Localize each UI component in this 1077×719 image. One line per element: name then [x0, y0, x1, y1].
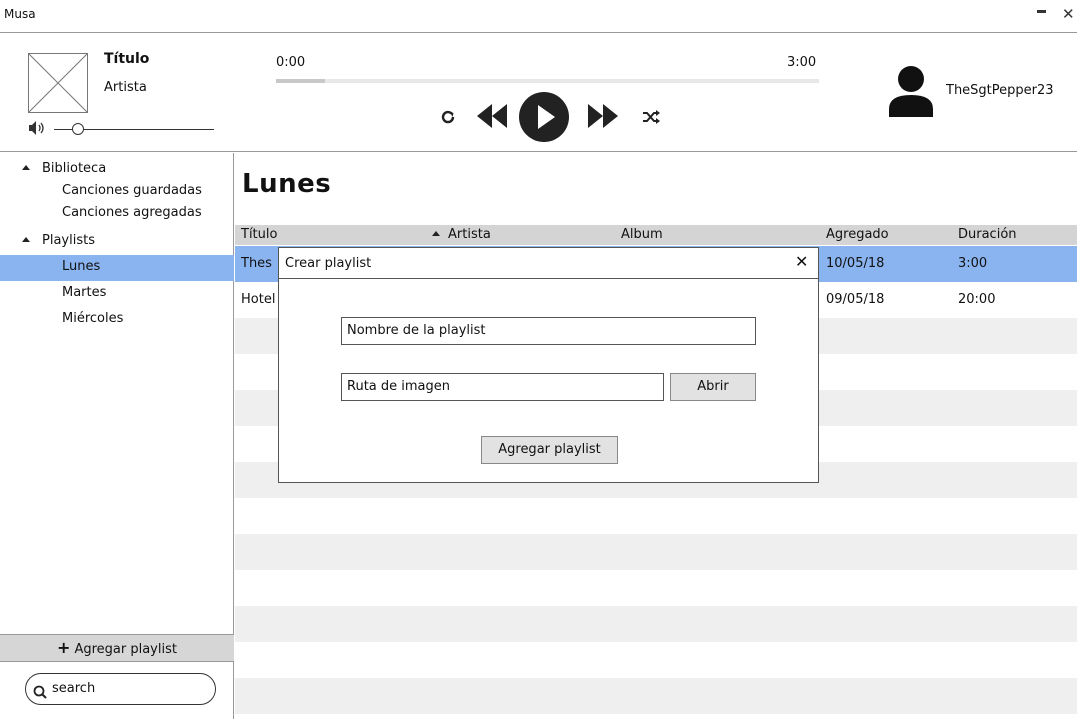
table-row-empty: [235, 642, 1077, 678]
track-title: Título: [104, 51, 150, 67]
column-header-agregado[interactable]: Agregado: [826, 227, 889, 242]
column-header-duracion[interactable]: Duración: [958, 227, 1017, 242]
sidebar: Biblioteca Canciones guardadas Canciones…: [0, 153, 234, 719]
title-bar: Musa ✕: [0, 0, 1077, 33]
total-time: 3:00: [787, 55, 817, 70]
cell-agregado: 09/05/18: [826, 292, 885, 307]
progress-fill: [276, 79, 325, 83]
minimize-icon[interactable]: [1037, 10, 1046, 13]
column-header-titulo[interactable]: Título: [241, 227, 277, 242]
volume-icon[interactable]: [28, 120, 48, 136]
divider: [279, 278, 818, 279]
dialog-close-icon[interactable]: ✕: [795, 252, 808, 271]
cell-duracion: 20:00: [958, 292, 996, 307]
table-header: Título Artista Album Agregado Duración: [235, 225, 1077, 245]
page-title: Lunes: [242, 169, 332, 199]
collapse-triangle-icon[interactable]: [22, 165, 30, 170]
create-playlist-dialog: Crear playlist ✕ Nombre de la playlist R…: [278, 247, 819, 483]
table-row-empty: [235, 678, 1077, 714]
album-art-placeholder: [28, 53, 88, 113]
play-icon[interactable]: [518, 91, 570, 143]
table-row-empty: [235, 570, 1077, 606]
column-header-album[interactable]: Album: [621, 227, 663, 242]
collapse-triangle-icon[interactable]: [22, 237, 30, 242]
search-icon: [33, 681, 47, 699]
sidebar-item-canciones-agregadas[interactable]: Canciones agregadas: [0, 201, 234, 227]
cell-duracion: 3:00: [958, 256, 988, 271]
window-title: Musa: [4, 7, 36, 21]
add-playlist-label: Agregar playlist: [74, 642, 177, 657]
fast-forward-icon[interactable]: [586, 102, 620, 130]
dialog-title: Crear playlist: [285, 256, 372, 271]
current-time: 0:00: [276, 55, 306, 70]
rewind-icon[interactable]: [475, 102, 509, 130]
open-button[interactable]: Abrir: [670, 373, 756, 401]
cell-titulo: Hotel: [241, 292, 276, 307]
sort-ascending-icon: [432, 231, 440, 236]
sidebar-group-label: Playlists: [42, 233, 95, 248]
sidebar-item-lunes[interactable]: Lunes: [0, 255, 234, 281]
volume-slider-knob[interactable]: [72, 123, 84, 135]
cell-titulo: Thes: [241, 256, 272, 271]
playlist-name-input[interactable]: Nombre de la playlist: [341, 317, 756, 345]
sidebar-group-label: Biblioteca: [42, 161, 107, 176]
shuffle-icon[interactable]: [642, 110, 660, 124]
table-row-empty: [235, 606, 1077, 642]
user-avatar-icon[interactable]: [889, 65, 933, 117]
add-playlist-button[interactable]: + Agregar playlist: [0, 634, 234, 662]
add-playlist-submit-button[interactable]: Agregar playlist: [481, 436, 618, 464]
cell-agregado: 10/05/18: [826, 256, 885, 271]
track-artist: Artista: [104, 80, 147, 95]
sidebar-item-miercoles[interactable]: Miércoles: [0, 307, 234, 333]
progress-bar[interactable]: [276, 79, 819, 83]
close-icon[interactable]: ✕: [1062, 5, 1075, 23]
player-header: Título Artista 0:00 3:00 TheSgtPepper23: [0, 34, 1077, 152]
search-input[interactable]: search: [25, 673, 216, 705]
sidebar-item-martes[interactable]: Martes: [0, 281, 234, 307]
table-row-empty: [235, 498, 1077, 534]
sidebar-group-playlists[interactable]: Playlists: [0, 229, 234, 255]
plus-icon: +: [57, 638, 71, 657]
username[interactable]: TheSgtPepper23: [946, 83, 1054, 98]
table-row-empty: [235, 534, 1077, 570]
repeat-icon[interactable]: [440, 109, 456, 125]
image-path-input[interactable]: Ruta de imagen: [341, 373, 664, 401]
column-header-artista[interactable]: Artista: [432, 227, 491, 242]
search-placeholder: search: [52, 681, 96, 696]
